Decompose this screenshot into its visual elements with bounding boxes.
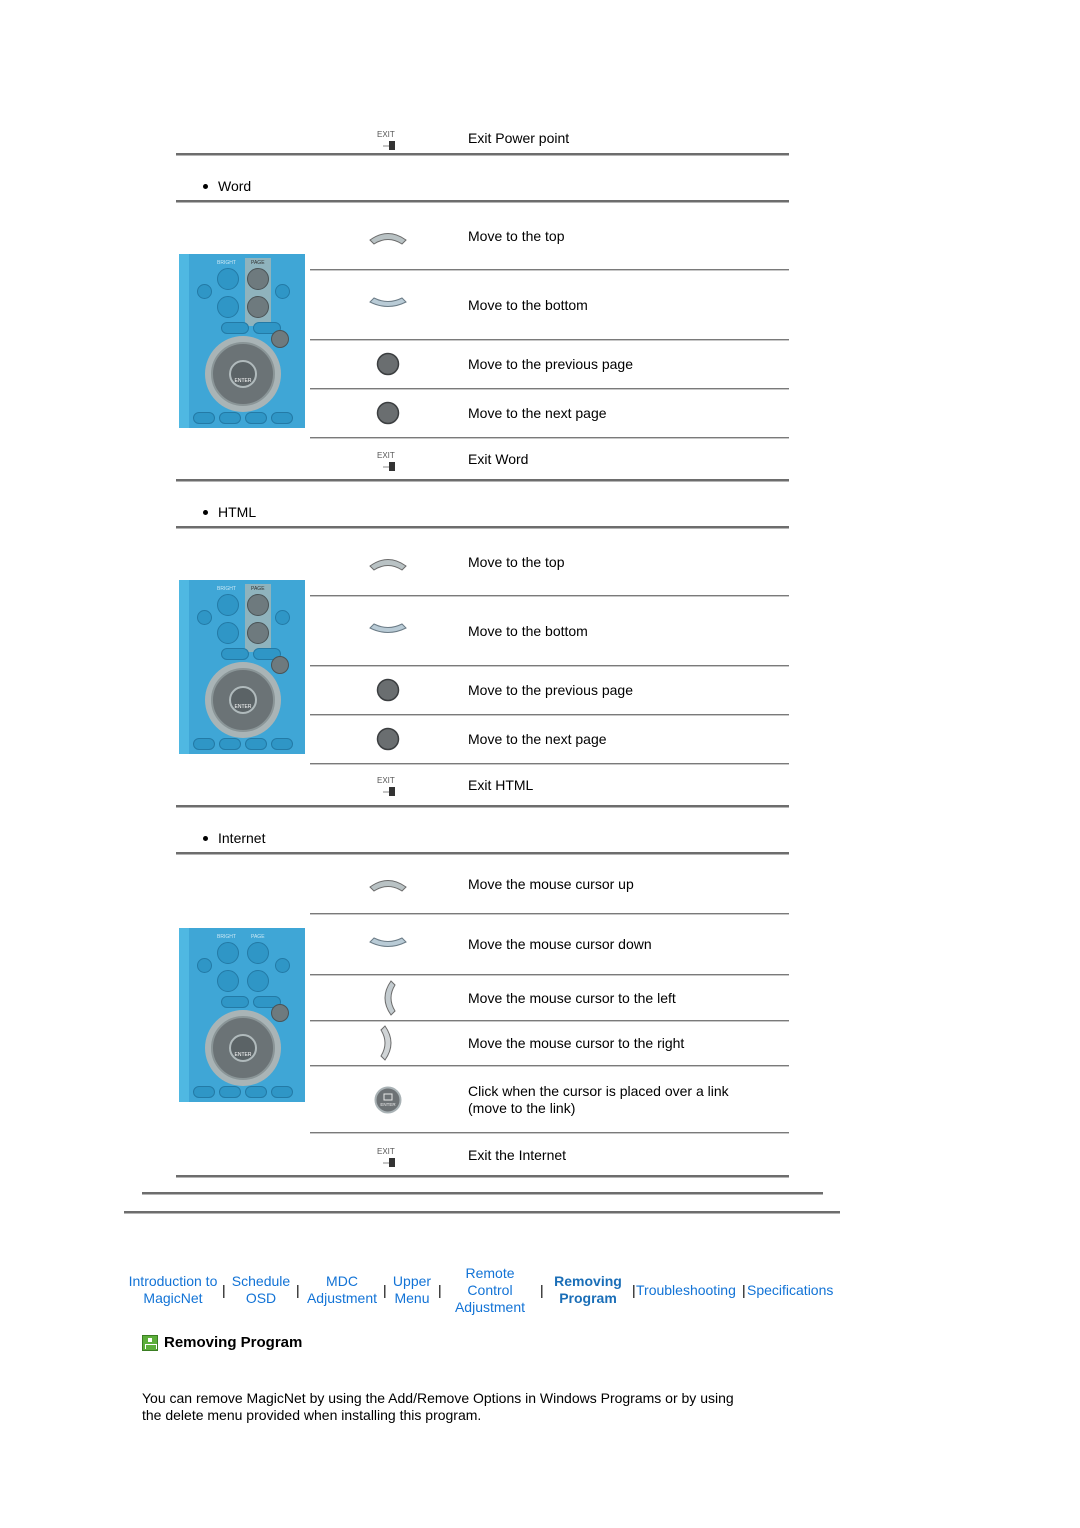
section-divider	[176, 526, 789, 529]
nav-separator: |	[383, 1282, 387, 1298]
row-divider	[310, 595, 789, 597]
row-divider	[310, 763, 789, 765]
chapter-navigation: Introduction to MagicNet | Schedule OSD | …	[124, 1264, 842, 1320]
row-divider	[310, 1020, 789, 1022]
row-text: Move to the previous page	[468, 682, 633, 698]
row-text: Move the mouse cursor up	[468, 876, 634, 892]
section-divider	[176, 852, 789, 855]
row-text: Exit Word	[468, 451, 529, 467]
section-icon	[142, 1334, 158, 1351]
section-divider	[176, 200, 789, 203]
row-divider	[310, 269, 789, 271]
row-text: Exit HTML	[468, 777, 534, 793]
section-heading: Removing Program	[142, 1334, 302, 1351]
nav-separator: |	[296, 1282, 300, 1298]
row-divider	[310, 388, 789, 390]
nav-link-removing-program[interactable]: Removing Program	[548, 1273, 628, 1307]
row-text: Click when the cursor is placed over a l…	[468, 1083, 729, 1116]
row-text: Exit Power point	[468, 130, 570, 146]
arrow-down-button-icon	[366, 934, 410, 956]
row-text: Move to the top	[468, 554, 565, 570]
nav-link-specifications[interactable]: Specifications	[747, 1282, 833, 1299]
bullet-icon	[203, 835, 208, 841]
nav-link-troubleshooting[interactable]: Troubleshooting	[636, 1282, 736, 1299]
page-down-button-icon	[366, 401, 410, 425]
remote-control-image: BRIGHT PAGE ENTER	[179, 254, 305, 428]
row-text: Move to the next page	[468, 405, 607, 421]
enter-button-icon: ENTER	[366, 1086, 410, 1114]
section-title: Removing Program	[164, 1334, 303, 1351]
row-divider	[310, 913, 789, 915]
arrow-down-button-icon	[366, 294, 410, 316]
exit-icon: EXIT	[366, 449, 410, 475]
page-divider	[142, 1192, 823, 1195]
section-divider	[176, 153, 789, 156]
row-divider	[310, 437, 789, 439]
arrow-up-button-icon	[366, 226, 410, 248]
svg-text:EXIT: EXIT	[377, 451, 395, 460]
svg-text:EXIT: EXIT	[377, 130, 395, 139]
row-text: Move the mouse cursor down	[468, 936, 652, 952]
nav-separator: |	[742, 1282, 746, 1298]
section-label-internet: Internet	[203, 830, 265, 847]
nav-link-upper-menu[interactable]: Upper Menu	[389, 1273, 435, 1307]
section-label-word: Word	[203, 178, 251, 195]
section-divider	[176, 805, 789, 808]
row-divider	[310, 714, 789, 716]
remote-control-image: BRIGHT PAGE ENTER	[179, 580, 305, 754]
nav-separator: |	[540, 1282, 544, 1298]
svg-text:EXIT: EXIT	[377, 1147, 395, 1156]
page-up-button-icon	[366, 678, 410, 702]
arrow-right-button-icon	[366, 1023, 410, 1063]
row-text: Move to the previous page	[468, 356, 633, 372]
nav-separator: |	[438, 1282, 442, 1298]
row-divider	[310, 1132, 789, 1134]
arrow-down-button-icon	[366, 620, 410, 642]
section-divider	[176, 1175, 789, 1178]
row-text: Move the mouse cursor to the right	[468, 1035, 685, 1051]
nav-link-remote-control-adjustment[interactable]: Remote Control Adjustment	[450, 1265, 530, 1316]
row-divider	[310, 665, 789, 667]
exit-icon: EXIT	[366, 128, 410, 154]
page-up-button-icon	[366, 352, 410, 376]
section-divider	[176, 479, 789, 482]
arrow-left-button-icon	[366, 978, 410, 1018]
nav-link-introduction-to-magicnet[interactable]: Introduction to MagicNet	[124, 1273, 222, 1307]
row-text: Move to the next page	[468, 731, 607, 747]
body-paragraph: You can remove MagicNet by using the Add…	[142, 1390, 734, 1423]
nav-link-mdc-adjustment[interactable]: MDC Adjustment	[302, 1273, 382, 1307]
exit-icon: EXIT	[366, 1145, 410, 1171]
section-label-html: HTML	[203, 504, 256, 521]
arrow-up-button-icon	[366, 552, 410, 574]
page-down-button-icon	[366, 727, 410, 751]
exit-icon: EXIT	[366, 774, 410, 800]
row-text: Exit the Internet	[468, 1147, 567, 1163]
nav-separator: |	[222, 1282, 226, 1298]
row-text: Move to the bottom	[468, 297, 588, 313]
bullet-icon	[203, 183, 208, 189]
row-divider	[310, 339, 789, 341]
arrow-up-button-icon	[366, 873, 410, 895]
svg-text:EXIT: EXIT	[377, 776, 395, 785]
row-divider	[310, 974, 789, 976]
page-divider	[124, 1211, 840, 1214]
row-text: Move the mouse cursor to the left	[468, 990, 676, 1006]
svg-text:ENTER: ENTER	[380, 1102, 396, 1107]
row-text: Move to the bottom	[468, 623, 588, 639]
nav-link-schedule-osd[interactable]: Schedule OSD	[228, 1273, 294, 1307]
row-divider	[310, 1065, 789, 1067]
bullet-icon	[203, 509, 208, 515]
row-text: Move to the top	[468, 228, 565, 244]
remote-control-image: BRIGHT PAGE ENTER	[179, 928, 305, 1102]
